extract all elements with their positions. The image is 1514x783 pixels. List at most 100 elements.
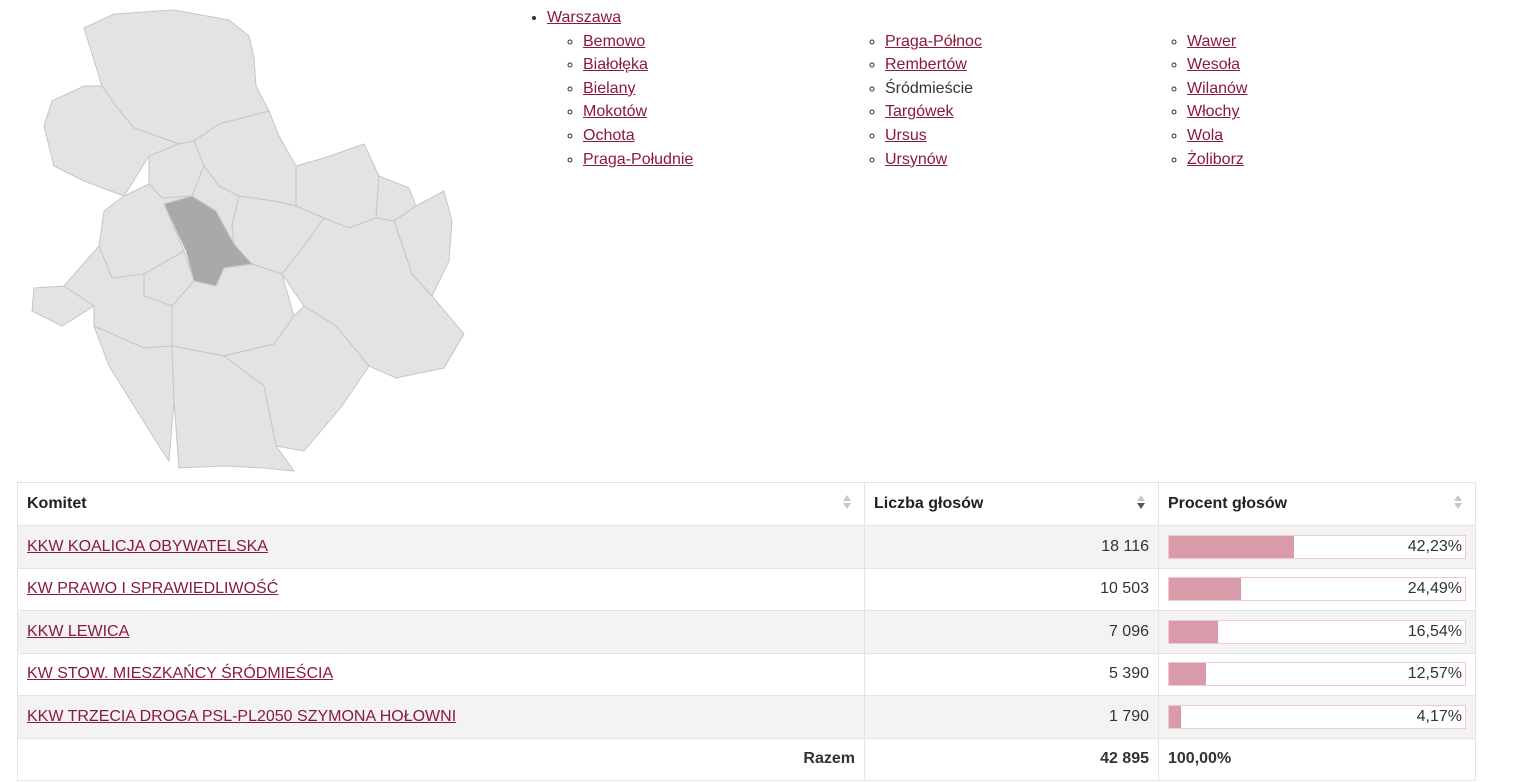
column-header-votes-label: Liczba głosów xyxy=(874,495,984,512)
header-row: Komitet Liczba głosów Procent głosów xyxy=(17,482,1476,526)
votes-cell: 10 503 xyxy=(864,567,1159,611)
results-table: Komitet Liczba głosów Procent głosów KKW… xyxy=(17,482,1476,781)
votes-cell: 1 790 xyxy=(864,695,1159,739)
percent-bar: 16,54% xyxy=(1168,619,1466,644)
district-map-svg xyxy=(31,9,465,472)
district-list-item: Ochota xyxy=(583,124,849,148)
results-table-body: KKW KOALICJA OBYWATELSKA 18 116 42,23% KW P… xyxy=(17,525,1476,739)
percent-value: 4,17% xyxy=(1416,707,1462,725)
table-row: KW PRAWO I SPRAWIEDLIWOŚĆ 10 503 24,49% xyxy=(17,567,1476,611)
district-link[interactable]: Ursus xyxy=(885,127,927,144)
district-link[interactable]: Żoliborz xyxy=(1187,151,1244,168)
committee-cell: KKW LEWICA xyxy=(17,610,865,654)
committee-cell: KW PRAWO I SPRAWIEDLIWOŚĆ xyxy=(17,567,865,611)
column-header-votes[interactable]: Liczba głosów xyxy=(864,482,1159,526)
district-navigation: Warszawa Bemowo Białołęka Bielany Mokotów Oc… xyxy=(530,6,1453,171)
map-district-ursynow[interactable] xyxy=(93,325,175,463)
percent-bar: 12,57% xyxy=(1168,662,1466,687)
district-link[interactable]: Włochy xyxy=(1187,103,1239,120)
district-link[interactable]: Białołęka xyxy=(583,56,648,73)
district-list-item: Targówek xyxy=(885,100,1151,124)
percent-bar: 42,23% xyxy=(1168,534,1466,559)
results-table-footer: Razem 42 895 100,00% xyxy=(17,737,1476,781)
committee-link[interactable]: KW STOW. MIESZKAŃCY ŚRÓDMIEŚCIA xyxy=(27,665,333,682)
district-link[interactable]: Wawer xyxy=(1187,33,1236,50)
column-header-percent[interactable]: Procent głosów xyxy=(1158,482,1476,526)
total-label: Razem xyxy=(17,737,865,781)
sort-icon[interactable] xyxy=(842,495,852,515)
committee-link[interactable]: KKW TRZECIA DROGA PSL-PL2050 SZYMONA HOŁ… xyxy=(27,708,456,725)
sort-desc-icon[interactable] xyxy=(1136,495,1146,515)
percent-bar-fill xyxy=(1169,705,1182,728)
district-column: Wawer Wesoła Wilanów Włochy Wola Żoliborz xyxy=(1151,30,1453,172)
district-link[interactable]: Wola xyxy=(1187,127,1223,144)
column-header-committee-label: Komitet xyxy=(27,495,87,512)
percent-cell: 16,54% xyxy=(1158,610,1476,654)
city-list: Warszawa Bemowo Białołęka Bielany Mokotów Oc… xyxy=(530,6,1453,171)
column-header-percent-label: Procent głosów xyxy=(1168,495,1288,512)
committee-link[interactable]: KKW LEWICA xyxy=(27,623,129,640)
district-list-item: Wilanów xyxy=(1187,77,1453,101)
column-header-committee[interactable]: Komitet xyxy=(17,482,865,526)
district-link[interactable]: Targówek xyxy=(885,103,953,120)
district-link[interactable]: Mokotów xyxy=(583,103,647,120)
percent-bar-fill xyxy=(1169,620,1218,643)
percent-value: 24,49% xyxy=(1407,580,1462,598)
district-columns: Bemowo Białołęka Bielany Mokotów Ochota Praga… xyxy=(547,30,1453,172)
total-row: Razem 42 895 100,00% xyxy=(17,737,1476,781)
district-list-item: Praga-Południe xyxy=(583,148,849,172)
percent-cell: 12,57% xyxy=(1158,652,1476,696)
district-list-item: Bemowo xyxy=(583,30,849,54)
committee-link[interactable]: KW PRAWO I SPRAWIEDLIWOŚĆ xyxy=(27,580,278,597)
district-list-item: Bielany xyxy=(583,77,849,101)
district-link[interactable]: Wilanów xyxy=(1187,80,1247,97)
committee-cell: KKW KOALICJA OBYWATELSKA xyxy=(17,525,865,569)
votes-cell: 18 116 xyxy=(864,525,1159,569)
district-link[interactable]: Wesoła xyxy=(1187,56,1240,73)
table-row: KKW TRZECIA DROGA PSL-PL2050 SZYMONA HOŁ… xyxy=(17,695,1476,739)
district-list-item: Śródmieście xyxy=(885,77,1151,101)
district-link[interactable]: Praga-Północ xyxy=(885,33,982,50)
percent-value: 16,54% xyxy=(1407,622,1462,640)
district-list-item: Białołęka xyxy=(583,53,849,77)
percent-cell: 42,23% xyxy=(1158,525,1476,569)
percent-cell: 24,49% xyxy=(1158,567,1476,611)
results-table-header: Komitet Liczba głosów Procent głosów xyxy=(17,482,1476,526)
district-list-item: Mokotów xyxy=(583,100,849,124)
percent-bar: 24,49% xyxy=(1168,577,1466,602)
district-list-item: Rembertów xyxy=(885,53,1151,77)
percent-bar-fill xyxy=(1169,535,1294,558)
district-link[interactable]: Rembertów xyxy=(885,56,967,73)
committee-cell: KKW TRZECIA DROGA PSL-PL2050 SZYMONA HOŁ… xyxy=(17,695,865,739)
city-link-warszawa[interactable]: Warszawa xyxy=(547,9,621,26)
percent-bar-fill xyxy=(1169,663,1207,686)
percent-bar-fill xyxy=(1169,578,1242,601)
district-list-item: Ursynów xyxy=(885,148,1151,172)
percent-value: 42,23% xyxy=(1407,537,1462,555)
table-row: KKW LEWICA 7 096 16,54% xyxy=(17,610,1476,654)
district-link[interactable]: Bielany xyxy=(583,80,635,97)
district-link[interactable]: Ursynów xyxy=(885,151,947,168)
warsaw-district-map xyxy=(24,6,476,476)
percent-bar: 4,17% xyxy=(1168,704,1466,729)
sort-icon[interactable] xyxy=(1453,495,1463,515)
district-list-item: Włochy xyxy=(1187,100,1453,124)
percent-value: 12,57% xyxy=(1407,665,1462,683)
percent-cell: 4,17% xyxy=(1158,695,1476,739)
district-list-item: Wola xyxy=(1187,124,1453,148)
district-link[interactable]: Bemowo xyxy=(583,33,645,50)
district-link[interactable]: Praga-Południe xyxy=(583,151,693,168)
votes-cell: 7 096 xyxy=(864,610,1159,654)
total-votes: 42 895 xyxy=(864,737,1159,781)
district-column: Praga-Północ Rembertów Śródmieście Targówek… xyxy=(849,30,1151,172)
district-link[interactable]: Ochota xyxy=(583,127,635,144)
table-row: KW STOW. MIESZKAŃCY ŚRÓDMIEŚCIA 5 390 12,5… xyxy=(17,652,1476,696)
district-list-item: Ursus xyxy=(885,124,1151,148)
committee-link[interactable]: KKW KOALICJA OBYWATELSKA xyxy=(27,538,268,555)
district-link: Śródmieście xyxy=(885,79,974,97)
city-item: Warszawa Bemowo Białołęka Bielany Mokotów Oc… xyxy=(547,6,1453,171)
district-list-item: Wawer xyxy=(1187,30,1453,54)
district-column: Bemowo Białołęka Bielany Mokotów Ochota Praga… xyxy=(547,30,849,172)
votes-cell: 5 390 xyxy=(864,652,1159,696)
total-percent: 100,00% xyxy=(1158,737,1476,781)
